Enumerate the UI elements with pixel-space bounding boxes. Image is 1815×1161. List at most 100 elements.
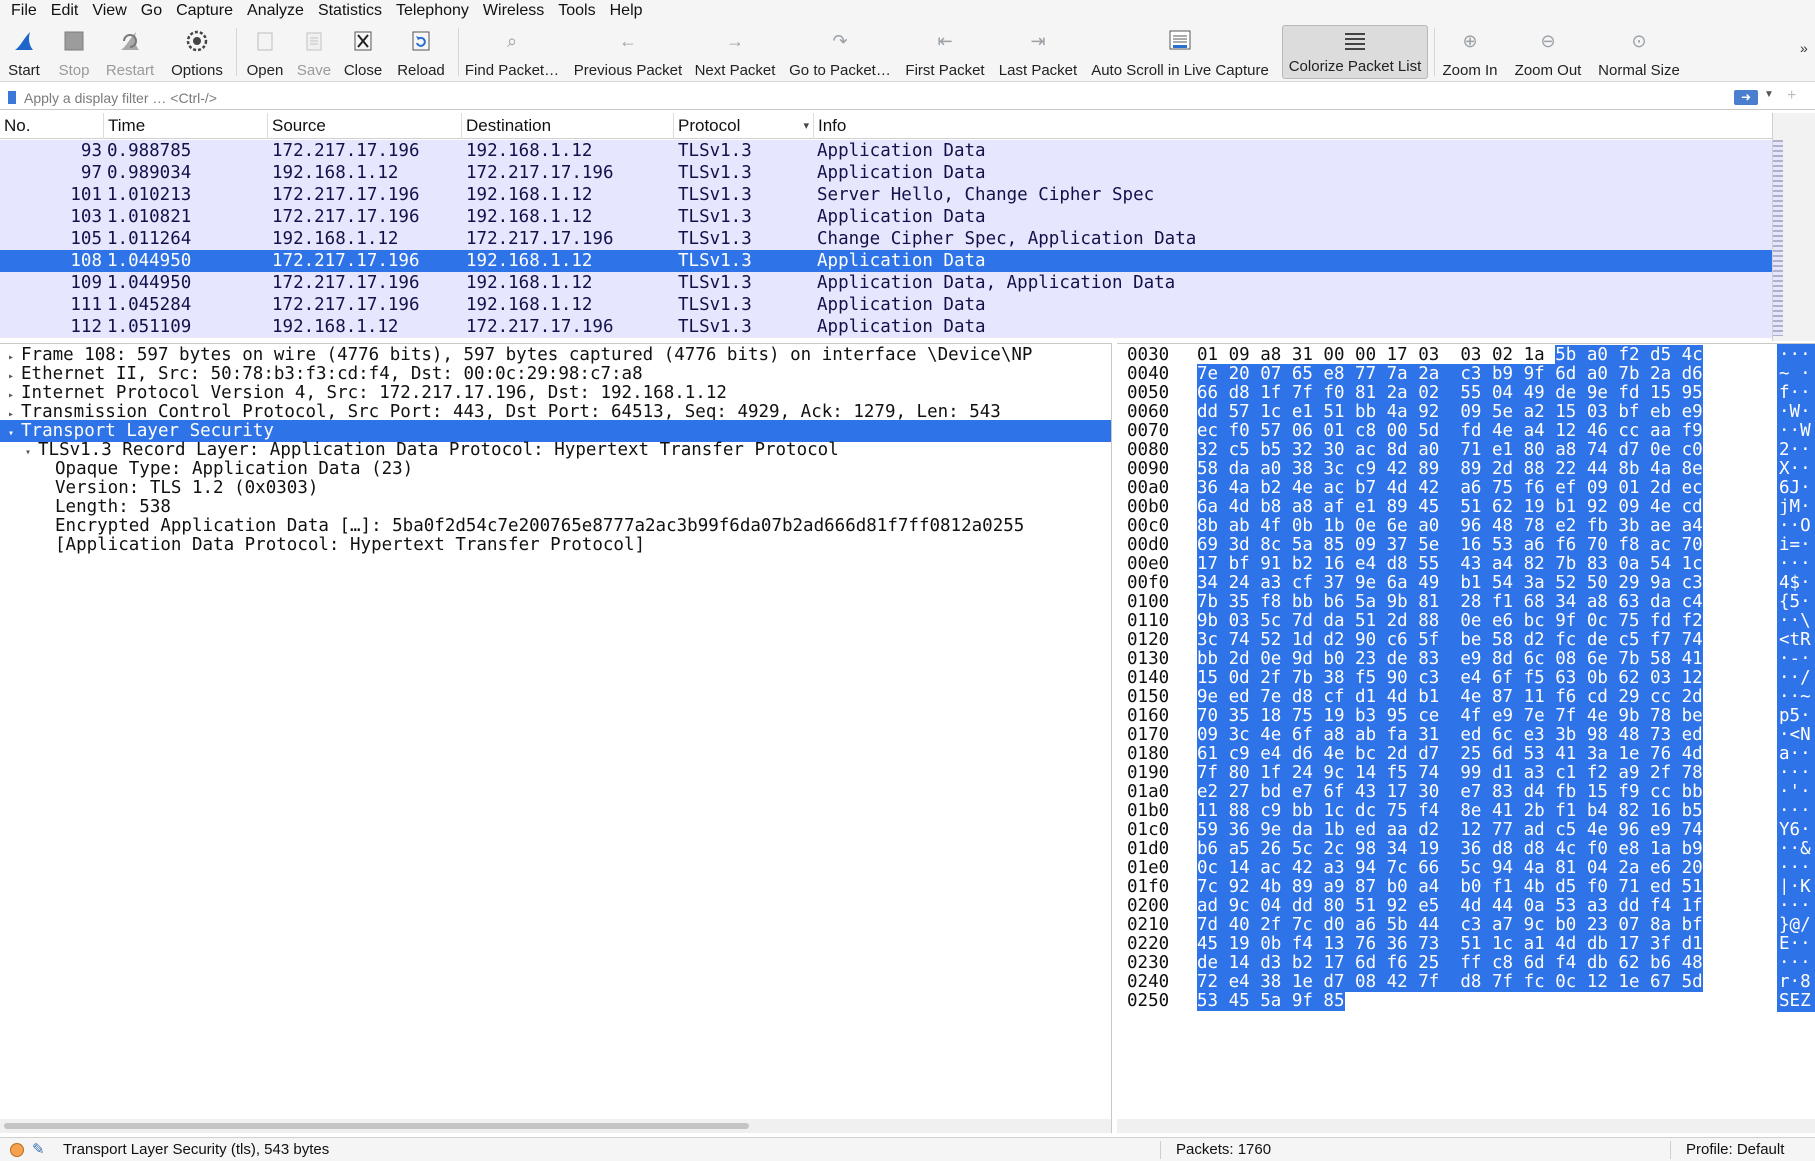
reload-file-button[interactable]: Reload — [392, 22, 450, 82]
packet-cell-dst: 192.168.1.12 — [466, 251, 593, 271]
last-packet-button[interactable]: ⇥ Last Packet — [996, 22, 1080, 82]
packet-row[interactable]: 109 1.044950 172.217.17.196 192.168.1.12 TLS… — [0, 272, 1772, 294]
stop-capture-button[interactable]: Stop — [50, 22, 98, 82]
menu-capture[interactable]: Capture — [169, 1, 240, 21]
packet-cell-no: 103 — [70, 207, 102, 227]
status-profile[interactable]: Profile: Default — [1686, 1141, 1784, 1158]
hex-bytes-selected: 7e 20 07 65 e8 77 7a 2a c3 b9 9f 6d a0 7… — [1197, 364, 1703, 384]
details-scrollbar-thumb[interactable] — [4, 1123, 749, 1129]
ascii-bytes: SEZ — [1777, 990, 1815, 1012]
arrow-right-icon: → — [726, 30, 744, 51]
zoom-in-button[interactable]: ⊕ Zoom In — [1440, 22, 1500, 82]
find-packet-button[interactable]: ⌕ Find Packet… — [464, 22, 560, 82]
go-to-packet-button[interactable]: ↷ Go to Packet… — [788, 22, 892, 82]
hex-bytes-selected: bb 2d 0e 9d b0 23 de 83 e9 8d 6c 08 6e 7… — [1197, 649, 1703, 669]
next-packet-button[interactable]: → Next Packet — [692, 22, 778, 82]
previous-packet-button[interactable]: ← Previous Packet — [570, 22, 686, 82]
column-header-protocol[interactable]: Protocol ▾ — [674, 113, 814, 139]
column-header-time[interactable]: Time — [104, 113, 268, 139]
packet-row[interactable]: 105 1.011264 192.168.1.12 172.217.17.196 TLS… — [0, 228, 1772, 250]
column-header-info[interactable]: Info — [814, 113, 1772, 139]
packet-cell-dst: 192.168.1.12 — [466, 295, 593, 315]
packet-cell-info: Application Data — [817, 295, 986, 315]
packet-details-pane: ▸ Frame 108: 597 bytes on wire (4776 bits… — [0, 343, 1112, 1133]
packet-cell-no: 105 — [70, 229, 102, 249]
packet-row[interactable]: 112 1.051109 192.168.1.12 172.217.17.196 TLS… — [0, 316, 1772, 338]
hex-bytes-selected: ad 9c 04 dd 80 51 92 e5 4d 44 0a 53 a3 d… — [1197, 896, 1703, 916]
packet-row[interactable]: 101 1.010213 172.217.17.196 192.168.1.12 TLS… — [0, 184, 1772, 206]
start-capture-button[interactable]: Start — [4, 22, 44, 82]
packet-cell-no: 112 — [70, 317, 102, 337]
detail-tree-item-text: Length: 538 — [55, 497, 171, 517]
menu-telephony[interactable]: Telephony — [389, 1, 476, 21]
packet-cell-proto: TLSv1.3 — [678, 229, 752, 249]
menu-file[interactable]: File — [4, 1, 44, 21]
packet-row[interactable]: 97 0.989034 192.168.1.12 172.217.17.196 TLSv… — [0, 162, 1772, 184]
packet-cell-dst: 192.168.1.12 — [466, 185, 593, 205]
packet-row[interactable]: 93 0.988785 172.217.17.196 192.168.1.12 TLSv… — [0, 140, 1772, 162]
chevron-down-icon[interactable]: ▼ — [1764, 89, 1774, 100]
hex-bytes-selected: b6 a5 26 5c 2c 98 34 19 36 d8 d8 4c f0 e… — [1197, 839, 1703, 859]
close-file-button[interactable]: Close — [340, 22, 386, 82]
search-icon: ⌕ — [506, 30, 518, 51]
hex-bytes-selected: 45 19 0b f4 13 76 36 73 51 1c a1 4d db 1… — [1197, 934, 1703, 954]
column-header-destination[interactable]: Destination — [462, 113, 674, 139]
packet-cell-dst: 172.217.17.196 — [466, 163, 614, 183]
menu-go[interactable]: Go — [134, 1, 169, 21]
toolbar-overflow-button[interactable]: » — [1800, 40, 1808, 56]
menu-view[interactable]: View — [85, 1, 133, 21]
details-horizontal-scrollbar[interactable] — [0, 1119, 1111, 1133]
plus-icon[interactable]: + — [1787, 87, 1796, 105]
hex-bytes-selected: dd 57 1c e1 51 bb 4a 92 09 5e a2 15 03 b… — [1197, 402, 1703, 422]
packet-row[interactable]: 111 1.045284 172.217.17.196 192.168.1.12 TLS… — [0, 294, 1772, 316]
packet-cell-time: 1.010821 — [107, 207, 192, 227]
colorize-packet-list-button[interactable]: Colorize Packet List — [1282, 25, 1428, 79]
menu-wireless[interactable]: Wireless — [476, 1, 551, 21]
gear-icon — [184, 28, 210, 54]
first-packet-button[interactable]: ⇤ First Packet — [902, 22, 988, 82]
menu-statistics[interactable]: Statistics — [311, 1, 389, 21]
save-icon — [301, 28, 327, 54]
menu-analyze[interactable]: Analyze — [240, 1, 311, 21]
detail-tree-item-text: Transport Layer Security — [21, 421, 274, 441]
packet-bytes-pane: 0030 01 09 a8 31 00 00 17 03 03 02 1a 5b … — [1117, 343, 1815, 1133]
open-file-button[interactable]: Open — [242, 22, 288, 82]
save-file-button[interactable]: Save — [294, 22, 334, 82]
column-header-no[interactable]: No. — [0, 113, 104, 139]
column-header-source[interactable]: Source — [268, 113, 462, 139]
capture-options-button[interactable]: Options — [166, 22, 228, 82]
hex-bytes-selected: 61 c9 e4 d6 4e bc 2d d7 25 6d 53 41 3a 1… — [1197, 744, 1703, 764]
menu-edit[interactable]: Edit — [44, 1, 86, 21]
main-toolbar: Start Stop Restart Options Open Save Clo… — [0, 22, 1815, 82]
packet-cell-src: 172.217.17.196 — [272, 141, 420, 161]
filter-bookmark-icon[interactable] — [8, 91, 16, 104]
zoom-out-button[interactable]: ⊖ Zoom Out — [1510, 22, 1586, 82]
status-selected-field: Transport Layer Security (tls), 543 byte… — [63, 1141, 330, 1158]
packet-cell-proto: TLSv1.3 — [678, 251, 752, 271]
expert-info-icon[interactable] — [10, 1143, 24, 1157]
packet-cell-proto: TLSv1.3 — [678, 207, 752, 227]
packet-row[interactable]: 103 1.010821 172.217.17.196 192.168.1.12 TLS… — [0, 206, 1772, 228]
edit-comment-icon[interactable]: ✎ — [32, 1140, 45, 1158]
packet-cell-proto: TLSv1.3 — [678, 317, 752, 337]
hex-bytes-selected: 34 24 a3 cf 37 9e 6a 49 b1 54 3a 52 50 2… — [1197, 573, 1703, 593]
detail-tree-item-text: Ethernet II, Src: 50:78:b3:f3:cd:f4, Dst… — [21, 364, 643, 384]
bytes-horizontal-scrollbar[interactable] — [1117, 1119, 1815, 1133]
menu-tools[interactable]: Tools — [551, 1, 602, 21]
status-separator — [1160, 1141, 1161, 1159]
restart-capture-button[interactable]: Restart — [102, 22, 158, 82]
colorize-icon — [1342, 29, 1368, 55]
hex-dump-row[interactable]: 0250 53 45 5a 9f 85 SEZ — [1117, 990, 1815, 1012]
packet-cell-info: Application Data — [817, 141, 986, 161]
detail-tree-item[interactable]: [Application Data Protocol: Hypertext Tr… — [0, 534, 1111, 556]
status-separator — [1670, 1141, 1671, 1159]
apply-filter-arrow-icon[interactable]: ➜ — [1734, 90, 1758, 105]
packet-list-minimap[interactable] — [1773, 140, 1783, 336]
packet-cell-dst: 192.168.1.12 — [466, 141, 593, 161]
packet-row-selected[interactable]: 108 1.044950 172.217.17.196 192.168.1.12 TLS… — [0, 250, 1772, 272]
auto-scroll-button[interactable]: Auto Scroll in Live Capture — [1088, 22, 1272, 82]
menu-help[interactable]: Help — [603, 1, 650, 21]
display-filter-input[interactable] — [24, 88, 1724, 108]
normal-size-button[interactable]: ⊙ Normal Size — [1594, 22, 1684, 82]
detail-tree-item-text: Transmission Control Protocol, Src Port:… — [21, 402, 1001, 422]
